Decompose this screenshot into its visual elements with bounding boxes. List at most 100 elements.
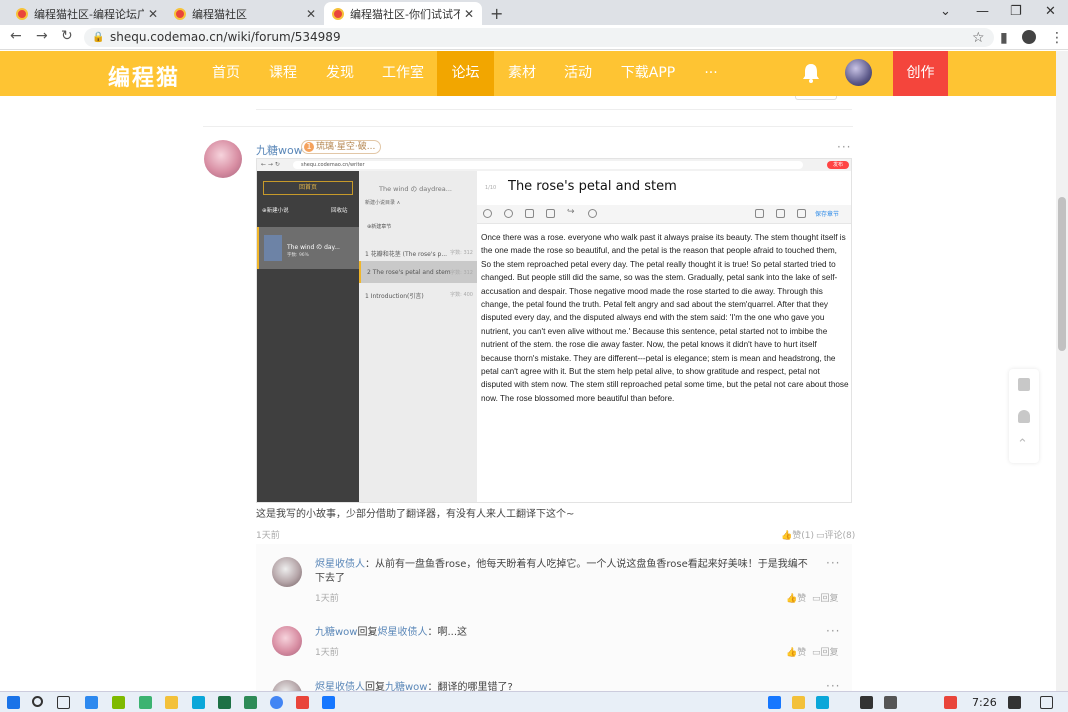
author-badge: 1 琉璃·星空·破... <box>301 140 382 154</box>
notification-icon[interactable] <box>1040 696 1053 709</box>
close-icon[interactable]: ✕ <box>464 7 474 21</box>
excel-icon[interactable] <box>218 696 231 709</box>
reply-word: 回复 <box>357 627 378 638</box>
tray-app-icon[interactable] <box>1008 696 1021 709</box>
profile-icon[interactable] <box>1022 30 1036 44</box>
post-more-icon[interactable]: ··· <box>837 140 851 154</box>
tray-app-icon[interactable] <box>944 696 957 709</box>
tablet-icon[interactable] <box>1018 378 1030 391</box>
close-icon[interactable]: ✕ <box>148 7 158 21</box>
comment-more-icon[interactable]: ··· <box>826 624 840 638</box>
restore-icon[interactable]: ❐ <box>1010 4 1022 19</box>
back-to-top-icon[interactable]: ⌃ <box>1017 437 1028 452</box>
codemao-icon[interactable] <box>296 696 309 709</box>
search-icon[interactable] <box>32 696 43 707</box>
app-icon[interactable] <box>139 696 152 709</box>
battery-icon[interactable] <box>860 696 873 709</box>
bookmark-star-icon[interactable]: ☆ <box>972 30 985 46</box>
nav-item-home[interactable]: 首页 <box>200 51 252 96</box>
comment-avatar[interactable] <box>272 626 302 656</box>
post-author-avatar[interactable] <box>204 140 242 178</box>
service-icon[interactable] <box>1018 410 1030 423</box>
tab-title: 编程猫社区 <box>192 7 247 21</box>
comment-author[interactable]: 九糖wow <box>315 627 357 638</box>
url-input[interactable]: 🔒 shequ.codemao.cn/wiki/forum/534989 <box>84 28 994 47</box>
nav-item-studio[interactable]: 工作室 <box>371 51 435 96</box>
address-bar: ← → ↻ 🔒 shequ.codemao.cn/wiki/forum/5349… <box>0 25 1068 50</box>
nav-item-activities[interactable]: 活动 <box>552 51 604 96</box>
chrome-icon[interactable] <box>270 696 283 709</box>
tray-app-icon[interactable] <box>792 696 805 709</box>
reply-target[interactable]: 烬星收债人 <box>377 627 427 638</box>
bell-icon[interactable] <box>802 63 820 83</box>
window-close-icon[interactable]: ✕ <box>1045 4 1056 19</box>
post-text: 这是我写的小故事，少部分借助了翻译器，有没有人来人工翻译下这个~ <box>256 509 575 520</box>
post-image[interactable]: ← → ↻ shequ.codemao.cn/writer 发布 回首页 ⊕新建… <box>256 158 852 503</box>
codemao-favicon-icon <box>16 7 28 20</box>
site-logo[interactable]: 编程猫 <box>108 60 180 92</box>
like-label: 赞 <box>797 648 807 658</box>
image-chapter-item: 1 Introduction(引言) 字数: 400 <box>359 283 477 305</box>
close-icon[interactable]: ✕ <box>306 7 316 21</box>
divider <box>256 109 852 110</box>
comment-reply-button[interactable]: ▭回复 <box>812 591 839 604</box>
tray-app-icon[interactable] <box>768 696 781 709</box>
comment-item: 九糖wow回复烬星收债人：啊...这 <box>315 626 815 640</box>
minimize-icon[interactable]: — <box>976 4 989 19</box>
back-icon[interactable]: ← <box>10 28 22 44</box>
nav-item-download-app[interactable]: 下载APP <box>612 51 684 96</box>
codemao-favicon-icon <box>174 7 186 20</box>
reply-target[interactable]: 九糖wow <box>385 682 427 691</box>
badge-text: 琉璃·星空·破... <box>316 142 376 152</box>
comment-author[interactable]: 烬星收债人 <box>315 559 365 570</box>
nav-item-forum[interactable]: 论坛 <box>437 51 494 96</box>
scroll-thumb[interactable] <box>1058 197 1066 351</box>
nav-more-icon[interactable]: ··· <box>694 51 728 96</box>
tab-search-icon[interactable]: ⌄ <box>940 4 951 19</box>
browser-tab-2[interactable]: 编程猫社区 ✕ <box>166 2 324 25</box>
browser-tab-3[interactable]: 编程猫社区-你们试试不用任何 ✕ <box>324 2 482 25</box>
post-author-name[interactable]: 九糖wow <box>256 142 303 158</box>
chapter-words: 字数: 400 <box>450 292 473 298</box>
app-icon[interactable] <box>85 696 98 709</box>
comment-separator: ： <box>427 627 438 638</box>
taskbar-clock[interactable]: 7:26 <box>972 696 997 709</box>
page-scrollbar[interactable] <box>1056 51 1068 691</box>
volume-icon[interactable] <box>884 696 897 709</box>
app-icon[interactable] <box>192 696 205 709</box>
emoji-icon <box>483 209 492 218</box>
like-count: 赞(1) <box>792 531 814 541</box>
windows-start-icon[interactable] <box>7 696 20 709</box>
sidebar-icon[interactable]: ▮ <box>1000 30 1008 46</box>
browser-tab-1[interactable]: 编程猫社区-编程论坛广场-编程 ✕ <box>8 2 166 25</box>
comment-more-icon[interactable]: ··· <box>826 679 840 691</box>
comment-like-button[interactable]: 👍赞 <box>786 645 806 658</box>
image-book-cover <box>264 235 282 261</box>
reply-label: 回复 <box>820 648 839 658</box>
menu-dots-icon[interactable]: ⋮ <box>1050 30 1064 46</box>
file-explorer-icon[interactable] <box>165 696 178 709</box>
comment-reply-button[interactable]: ▭回复 <box>812 645 839 658</box>
create-button[interactable]: 创作 <box>893 51 948 96</box>
new-tab-icon[interactable]: + <box>490 4 503 23</box>
reload-icon[interactable]: ↻ <box>61 28 73 44</box>
user-avatar[interactable] <box>845 59 872 86</box>
nav-item-courses[interactable]: 课程 <box>257 51 309 96</box>
comment-author[interactable]: 烬星收债人 <box>315 682 365 691</box>
post-comment-button[interactable]: ▭评论(8) <box>816 528 855 541</box>
nav-item-materials[interactable]: 素材 <box>496 51 548 96</box>
thumb-up-icon: 👍 <box>786 648 798 658</box>
comment-like-button[interactable]: 👍赞 <box>786 591 806 604</box>
task-view-icon[interactable] <box>57 696 70 709</box>
app-icon[interactable] <box>244 696 257 709</box>
nav-item-discover[interactable]: 发现 <box>314 51 366 96</box>
app-icon[interactable] <box>112 696 125 709</box>
comment-more-icon[interactable]: ··· <box>826 556 840 570</box>
tray-app-icon[interactable] <box>816 696 829 709</box>
palette-icon <box>504 209 513 218</box>
app-icon[interactable] <box>322 696 335 709</box>
comment-avatar[interactable] <box>272 557 302 587</box>
comment-text: 啊...这 <box>437 627 468 638</box>
forward-icon[interactable]: → <box>36 28 48 44</box>
post-like-button[interactable]: 👍赞(1) <box>781 528 814 541</box>
